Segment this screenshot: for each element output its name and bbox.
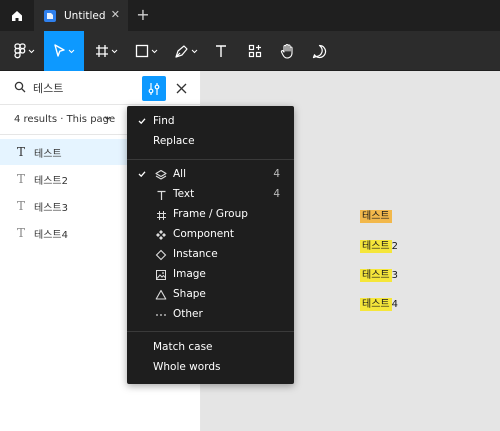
- menu-item-label: Whole words: [153, 361, 221, 373]
- triangle-icon: [154, 288, 168, 302]
- menu-item-replace[interactable]: Replace: [127, 132, 294, 152]
- text-tool-button[interactable]: [208, 31, 234, 71]
- menu-item-image[interactable]: Image: [127, 265, 294, 285]
- chevron-down-icon: [111, 49, 117, 53]
- close-tab-icon[interactable]: ✕: [111, 9, 120, 21]
- menu-item-label: Instance: [173, 248, 218, 260]
- comment-tool-button[interactable]: [304, 31, 334, 71]
- layers-icon: [154, 168, 168, 182]
- canvas-text-layer[interactable]: 테스트 4: [360, 295, 398, 311]
- menu-item-label: Match case: [153, 341, 213, 353]
- hand-icon: [280, 43, 293, 59]
- text-icon: [216, 45, 226, 57]
- menu-item-count: 4: [273, 188, 280, 200]
- frame-icon: [95, 45, 108, 57]
- file-tab[interactable]: Untitled ✕: [34, 0, 128, 31]
- text-suffix: 2: [391, 241, 398, 252]
- move-tool-button[interactable]: [44, 31, 84, 71]
- canvas-text-layer[interactable]: 테스트: [360, 207, 392, 223]
- search-highlight: 테스트: [360, 269, 392, 282]
- menu-divider: [127, 331, 294, 332]
- component-icon: [154, 228, 168, 242]
- components-icon: [248, 44, 262, 58]
- result-label: 테스트2: [34, 175, 68, 187]
- text-icon: T: [16, 145, 25, 159]
- canvas-text-layer[interactable]: 테스트 2: [360, 237, 398, 253]
- menu-item-find[interactable]: Find: [127, 112, 294, 132]
- main-menu-button[interactable]: [6, 31, 42, 71]
- image-icon: [154, 268, 168, 282]
- hand-tool-button[interactable]: [272, 31, 302, 71]
- toolbar: [0, 31, 500, 71]
- chevron-down-icon: [104, 116, 111, 121]
- figma-file-icon: [44, 9, 56, 22]
- menu-item-label: Shape: [173, 288, 206, 300]
- text-icon: T: [16, 172, 25, 186]
- chevron-down-icon: [68, 49, 75, 53]
- check-icon: [138, 171, 146, 178]
- result-label: 테스트: [34, 148, 62, 160]
- filter-button[interactable]: [142, 76, 166, 101]
- search-input[interactable]: 테스트: [33, 80, 63, 96]
- pen-tool-button[interactable]: [168, 31, 204, 71]
- chevron-down-icon: [151, 49, 157, 53]
- menu-item-label: Find: [153, 115, 175, 127]
- comment-icon: [312, 44, 326, 58]
- instance-icon: [154, 248, 168, 262]
- chevron-down-icon: [191, 49, 198, 53]
- more-icon: [154, 308, 168, 322]
- frame-tool-button[interactable]: [88, 31, 124, 71]
- canvas-text-layer[interactable]: 테스트 3: [360, 266, 398, 282]
- sliders-icon: [148, 82, 160, 95]
- check-icon: [138, 118, 146, 125]
- menu-item-label: Frame / Group: [173, 208, 248, 220]
- result-label: 테스트3: [34, 202, 68, 214]
- menu-item-instance[interactable]: Instance: [127, 245, 294, 265]
- shape-tool-button[interactable]: [128, 31, 164, 71]
- figma-logo-icon: [13, 43, 26, 59]
- tab-title: Untitled: [64, 9, 106, 22]
- resources-button[interactable]: [240, 31, 270, 71]
- menu-item-label: Other: [173, 308, 203, 320]
- new-tab-button[interactable]: +: [134, 6, 152, 24]
- menu-item-other[interactable]: Other: [127, 305, 294, 325]
- pen-icon: [175, 44, 188, 58]
- text-suffix: 4: [391, 299, 398, 310]
- text-icon: T: [16, 226, 25, 240]
- text-icon: T: [16, 199, 25, 213]
- search-bar: 테스트: [0, 71, 201, 105]
- frame-icon: [154, 208, 168, 222]
- close-find-button[interactable]: [171, 78, 191, 98]
- menu-item-label: Replace: [153, 135, 195, 147]
- menu-item-label: All: [173, 168, 187, 180]
- search-highlight: 테스트: [360, 210, 392, 223]
- menu-item-count: 4: [273, 168, 280, 180]
- search-highlight: 테스트: [360, 240, 392, 253]
- home-button[interactable]: [0, 0, 34, 31]
- menu-item-frame-group[interactable]: Frame / Group: [127, 205, 294, 225]
- find-options-menu: Find Replace All 4 Text 4 Frame / Group …: [127, 106, 294, 384]
- result-label: 테스트4: [34, 229, 68, 241]
- menu-item-text[interactable]: Text 4: [127, 185, 294, 205]
- menu-item-label: Image: [173, 268, 206, 280]
- menu-item-component[interactable]: Component: [127, 225, 294, 245]
- text-suffix: 3: [391, 270, 398, 281]
- menu-divider: [127, 159, 294, 160]
- title-bar: Untitled ✕ +: [0, 0, 500, 31]
- menu-item-shape[interactable]: Shape: [127, 285, 294, 305]
- menu-item-label: Component: [173, 228, 234, 240]
- text-icon: [154, 188, 168, 202]
- close-icon: [176, 83, 186, 93]
- chevron-down-icon: [28, 49, 34, 53]
- menu-item-label: Text: [173, 188, 195, 200]
- rectangle-icon: [135, 44, 148, 58]
- menu-item-all[interactable]: All 4: [127, 165, 294, 185]
- home-icon: [12, 10, 22, 21]
- menu-item-match-case[interactable]: Match case: [127, 338, 294, 358]
- results-summary: 4 results · This page: [14, 114, 116, 125]
- menu-item-whole-words[interactable]: Whole words: [127, 358, 294, 378]
- search-icon: [14, 81, 26, 93]
- cursor-icon: [54, 44, 65, 57]
- search-highlight: 테스트: [360, 298, 392, 311]
